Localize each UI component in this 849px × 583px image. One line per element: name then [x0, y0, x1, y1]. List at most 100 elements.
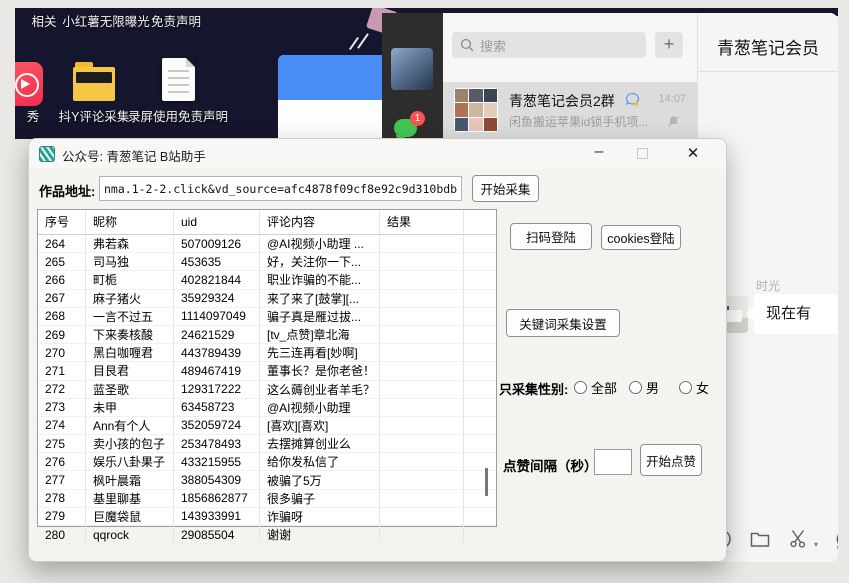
table-row[interactable]: 271 目艮君 489467419 董事长？是你老爸！: [38, 362, 496, 380]
cell-result: [380, 508, 464, 525]
url-input[interactable]: [99, 176, 462, 201]
radio-gender-female[interactable]: 女: [679, 378, 709, 397]
table-row[interactable]: 266 町栀 402821844 职业诈骗的不能...: [38, 271, 496, 289]
table-row[interactable]: 278 基里聊基 1856862877 很多骗子: [38, 490, 496, 508]
table-row[interactable]: 280 qqrock 29085504 谢谢: [38, 526, 496, 544]
chat-history-icon[interactable]: [835, 528, 838, 550]
assistant-window: 公众号: 青葱笔记 B站助手 – ✕ 作品地址: 开始采集 序号 昵称 uid …: [28, 138, 727, 562]
cell-spacer: [464, 308, 496, 325]
table-row[interactable]: 264 弗若森 507009126 @AI视频小助理 ...: [38, 235, 496, 253]
radio-gender-all[interactable]: 全部: [574, 378, 617, 397]
message-sender: 时光: [756, 277, 780, 294]
cell-seq: 264: [38, 235, 86, 252]
search-input[interactable]: 搜索: [452, 32, 646, 58]
cell-seq: 279: [38, 508, 86, 525]
cell-comment: @AI视频小助理 ...: [260, 235, 380, 252]
table-row[interactable]: 268 一言不过五 1114097049 骗子真是雁过拔...: [38, 308, 496, 326]
table-row[interactable]: 265 司马独 453635 好，关注你一下...: [38, 253, 496, 271]
col-header-nick[interactable]: 昵称: [86, 210, 174, 233]
desktop-icon-folder[interactable]: [73, 60, 115, 102]
radio-circle[interactable]: [629, 381, 642, 394]
cell-seq: 276: [38, 453, 86, 470]
cell-spacer: [464, 453, 496, 470]
col-header-result[interactable]: 结果: [380, 210, 464, 233]
table-header: 序号 昵称 uid 评论内容 结果: [38, 210, 496, 235]
titlebar[interactable]: 公众号: 青葱笔记 B站助手 – ✕: [29, 139, 726, 169]
table-row[interactable]: 267 麻子猪火 35929324 来了来了[鼓掌][...: [38, 290, 496, 308]
cell-nick: 目艮君: [86, 362, 174, 379]
table-row[interactable]: 272 蓝圣歌 129317222 这么薅创业者羊毛？: [38, 381, 496, 399]
table-row[interactable]: 275 卖小孩的包子 253478493 去摆摊算创业么: [38, 435, 496, 453]
background-window-fragment[interactable]: [278, 55, 397, 139]
group-note-icon: [625, 92, 640, 107]
chat-list-item[interactable]: 青葱笔记会员2群 14:07 闲鱼搬运苹果id锁手机项...: [443, 82, 697, 138]
col-header-uid[interactable]: uid: [174, 210, 260, 233]
radio-gender-male[interactable]: 男: [629, 378, 659, 397]
cell-spacer: [464, 253, 496, 270]
cell-result: [380, 490, 464, 507]
col-header-comment[interactable]: 评论内容: [260, 210, 380, 233]
cell-seq: 268: [38, 308, 86, 325]
start-collect-button[interactable]: 开始采集: [472, 175, 539, 202]
maximize-button[interactable]: [637, 148, 648, 159]
doc-line: [168, 70, 189, 72]
cell-nick: 一言不过五: [86, 308, 174, 325]
cookies-login-button[interactable]: cookies登陆: [601, 225, 681, 250]
cell-uid: 1114097049: [174, 308, 260, 325]
cell-nick: 枫叶晨霜: [86, 471, 174, 488]
table-scrollbar[interactable]: [485, 468, 488, 496]
cell-comment: 骗子真是雁过拔...: [260, 308, 380, 325]
close-button[interactable]: ✕: [679, 142, 707, 166]
desktop-icon-document-label[interactable]: 录屏使用免责声明: [128, 110, 228, 125]
minimize-button[interactable]: –: [585, 141, 613, 165]
desktop-icon-folder-label[interactable]: 抖Y评论采集: [48, 110, 140, 125]
cell-result: [380, 290, 464, 307]
scan-login-button[interactable]: 扫码登陆: [510, 223, 592, 250]
comments-table: 序号 昵称 uid 评论内容 结果 264 弗若森 507009126 @AI视…: [37, 209, 497, 527]
radio-circle[interactable]: [574, 381, 587, 394]
radio-circle[interactable]: [679, 381, 692, 394]
cell-spacer: [464, 326, 496, 343]
cell-comment: @AI视频小助理: [260, 399, 380, 416]
cell-uid: 143933991: [174, 508, 260, 525]
cell-seq: 275: [38, 435, 86, 452]
like-interval-input[interactable]: [594, 449, 632, 475]
file-icon[interactable]: [749, 528, 771, 550]
table-row[interactable]: 274 Ann有个人 352059724 [喜欢][喜欢]: [38, 417, 496, 435]
cell-seq: 265: [38, 253, 86, 270]
screenshot-icon[interactable]: [788, 528, 810, 550]
start-like-button[interactable]: 开始点赞: [640, 444, 702, 476]
chat-header-divider: [698, 71, 838, 72]
table-row[interactable]: 279 巨魔袋鼠 143933991 诈骗呀: [38, 508, 496, 526]
user-avatar[interactable]: [391, 48, 433, 90]
cell-comment: 董事长？是你老爸！: [260, 362, 380, 379]
screenshot-dropdown-caret[interactable]: ▾: [814, 540, 818, 549]
like-interval-label: 点赞间隔（秒）: [503, 455, 598, 475]
add-button[interactable]: +: [655, 32, 683, 58]
table-row[interactable]: 273 未甲 63458723 @AI视频小助理: [38, 399, 496, 417]
search-placeholder: 搜索: [480, 36, 506, 55]
cell-uid: 129317222: [174, 381, 260, 398]
table-row[interactable]: 276 娱乐八卦果子 433215955 给你发私信了: [38, 453, 496, 471]
cell-nick: 蓝圣歌: [86, 381, 174, 398]
cell-comment: 谢谢: [260, 526, 380, 543]
keyword-settings-button[interactable]: 关键词采集设置: [506, 309, 620, 337]
col-header-seq[interactable]: 序号: [38, 210, 86, 233]
chat-toolbar: ▾: [710, 525, 838, 553]
cell-uid: 352059724: [174, 417, 260, 434]
cell-result: [380, 362, 464, 379]
cell-seq: 272: [38, 381, 86, 398]
table-row[interactable]: 277 枫叶晨霜 388054309 被骗了5万: [38, 471, 496, 489]
table-row[interactable]: 269 下来奏核酸 24621529 [tv_点赞]章北海: [38, 326, 496, 344]
search-icon: [460, 38, 474, 52]
cell-result: [380, 381, 464, 398]
desktop-label-disclaimer[interactable]: 免责声明: [143, 15, 209, 30]
desktop-icon-document[interactable]: [162, 58, 195, 101]
chat-preview: 闲鱼搬运苹果id锁手机项...: [509, 113, 657, 130]
desktop-icon-app[interactable]: [15, 62, 43, 106]
cell-uid: 388054309: [174, 471, 260, 488]
table-row[interactable]: 270 黑白咖喱君 443789439 先三连再看[妙啊]: [38, 344, 496, 362]
cell-seq: 278: [38, 490, 86, 507]
cell-result: [380, 399, 464, 416]
mute-icon: [667, 115, 680, 128]
